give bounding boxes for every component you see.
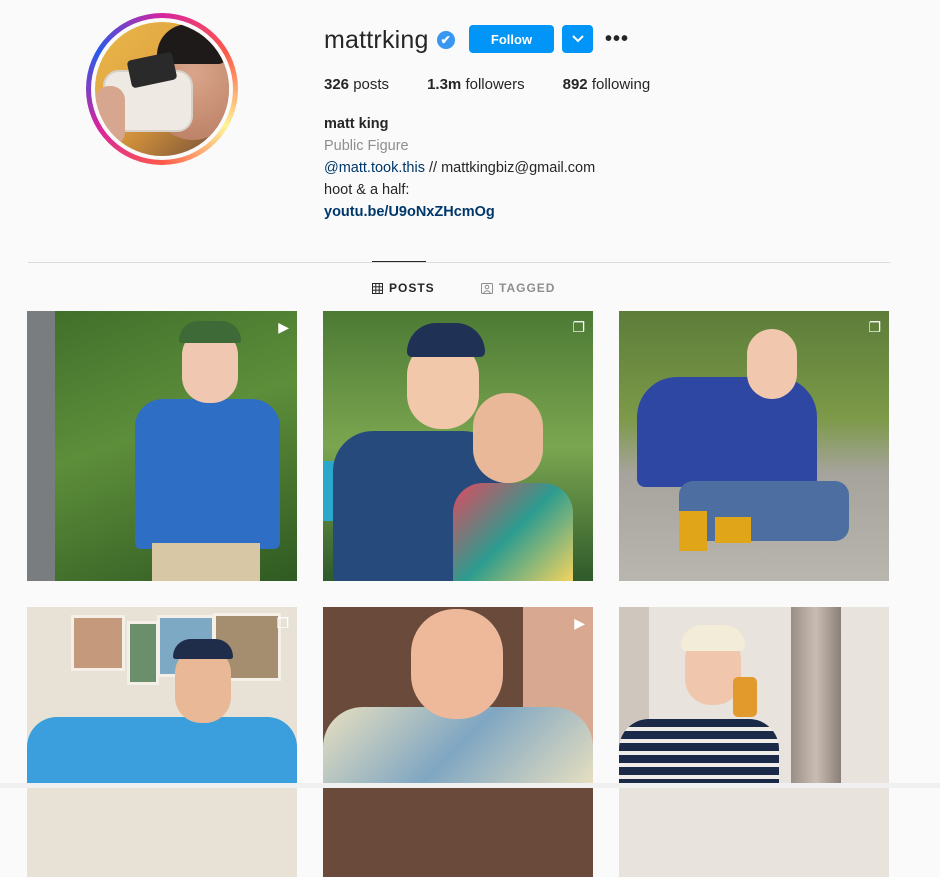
followers-count: 1.3m (427, 76, 462, 93)
post-3-sock-left (679, 511, 707, 551)
posts-label: posts (353, 76, 390, 93)
post-6-hair (681, 625, 745, 651)
chevron-down-icon (571, 35, 584, 43)
post-6-phone (733, 677, 757, 717)
carousel-icon: ❐ (572, 319, 585, 335)
profile-avatar-ring[interactable] (86, 13, 238, 165)
avatar[interactable] (95, 22, 229, 156)
post-5-shirt (323, 707, 593, 787)
post-3-face (747, 329, 797, 399)
stat-followers[interactable]: 1.3m followers (427, 76, 525, 93)
post-3-sock-right (715, 517, 751, 543)
tab-posts-label: POSTS (389, 281, 435, 295)
grid-icon (372, 282, 383, 294)
post-thumbnail-3[interactable]: ❐ (619, 311, 889, 581)
post-thumbnail-6[interactable] (619, 607, 889, 877)
verified-badge-icon: ✔ (436, 31, 455, 49)
avatar-border (91, 18, 233, 160)
reel-icon: ▶ (574, 615, 585, 631)
stat-following[interactable]: 892 following (563, 76, 651, 93)
mention-link[interactable]: @matt.took.this (324, 160, 425, 176)
posts-count: 326 (324, 76, 350, 93)
tabs-divider (28, 262, 890, 263)
avatar-hand (95, 86, 125, 146)
following-label: following (591, 76, 651, 93)
post-thumbnail-4[interactable]: ❐ (27, 607, 297, 877)
suggested-dropdown-button[interactable] (562, 25, 593, 53)
post-1-shirt (135, 399, 280, 549)
following-count: 892 (562, 76, 588, 93)
active-tab-indicator (372, 261, 426, 262)
carousel-icon: ❐ (276, 615, 289, 631)
post-2-face-woman (473, 393, 543, 483)
post-3-sweater (637, 377, 817, 487)
post-2-dress (453, 483, 573, 581)
tab-tagged-label: TAGGED (499, 281, 556, 295)
email-text: // mattkingbiz@gmail.com (424, 160, 596, 176)
full-name: matt king (324, 116, 389, 132)
external-link[interactable]: youtu.be/U9oNxZHcmOg (324, 201, 595, 223)
tab-tagged[interactable]: TAGGED (481, 281, 555, 295)
post-6-shirt (619, 719, 779, 787)
post-4-cap (173, 639, 233, 659)
post-2-cap (407, 323, 485, 357)
post-6-mirror-edge (791, 607, 841, 787)
post-1-pants (152, 543, 260, 581)
followers-label: followers (465, 76, 525, 93)
reel-icon: ▶ (278, 319, 289, 335)
username: mattrking (324, 25, 429, 54)
post-4-jacket (27, 717, 297, 787)
post-thumbnail-2[interactable]: ❐ (323, 311, 593, 581)
post-4-frame-1 (71, 615, 125, 671)
follow-button[interactable]: Follow (469, 25, 554, 53)
post-thumbnail-1[interactable]: ▶ (27, 311, 297, 581)
post-1-wall (27, 311, 55, 581)
stat-posts: 326 posts (324, 76, 389, 93)
bio-line-contact: @matt.took.this // mattkingbiz@gmail.com (324, 157, 595, 179)
carousel-icon: ❐ (868, 319, 881, 335)
post-5-face (411, 609, 503, 719)
profile-header: mattrking ✔ (324, 24, 455, 56)
profile-stats: 326 posts 1.3m followers 892 following (324, 76, 688, 93)
category-label: Public Figure (324, 138, 409, 154)
post-thumbnail-5[interactable]: ▶ (323, 607, 593, 877)
bio-line-text: hoot & a half: (324, 182, 410, 198)
post-4-frame-2 (127, 621, 159, 685)
tab-posts[interactable]: POSTS (372, 281, 435, 295)
profile-bio: matt king Public Figure @matt.took.this … (324, 113, 595, 223)
tagged-user-icon (481, 282, 493, 294)
page-bottom-edge (0, 783, 940, 788)
more-options-button[interactable]: ••• (604, 27, 630, 51)
post-1-cap (179, 321, 241, 343)
